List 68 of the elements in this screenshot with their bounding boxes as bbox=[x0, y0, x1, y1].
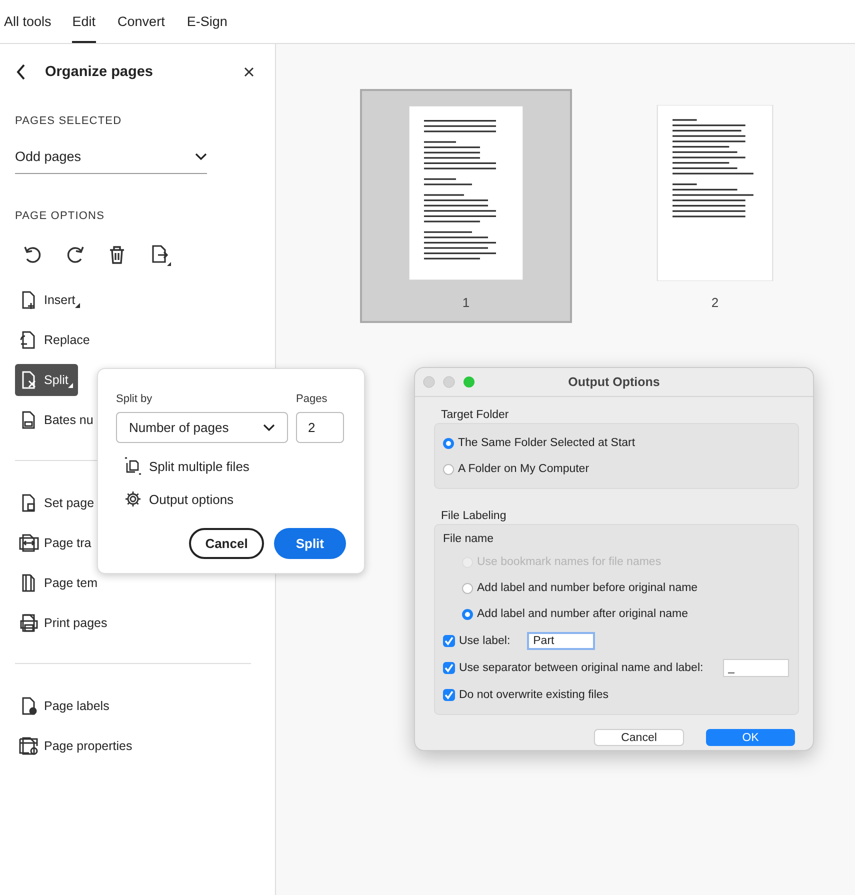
settings-icon bbox=[124, 490, 142, 508]
sidebar-item[interactable]: Replace bbox=[15, 324, 95, 356]
section-label: PAGE OPTIONS bbox=[15, 210, 106, 222]
chevron-down-icon bbox=[263, 424, 275, 432]
option-label: Add label and number before original name bbox=[477, 582, 698, 594]
rotate-right-icon[interactable] bbox=[65, 245, 85, 265]
option-label: The Same Folder Selected at Start bbox=[458, 437, 636, 449]
printer-icon bbox=[19, 613, 39, 633]
sidebar-item[interactable]: Page labels bbox=[15, 690, 114, 722]
group-label: Target Folder bbox=[441, 409, 510, 421]
option-label: A Folder on My Computer bbox=[458, 463, 590, 475]
checkbox[interactable] bbox=[443, 688, 455, 700]
field-label: File name bbox=[443, 533, 494, 545]
pages-dropdown[interactable]: Odd pages bbox=[15, 127, 207, 174]
window-gear-icon bbox=[19, 736, 39, 756]
cancel-button[interactable]: Cancel bbox=[594, 729, 684, 746]
radio-button[interactable] bbox=[443, 464, 454, 474]
sidebar-item[interactable]: Set page bbox=[15, 487, 100, 519]
sidebar-item[interactable]: Bates nu bbox=[15, 404, 98, 436]
page-thumbnail[interactable]: 2 bbox=[645, 89, 785, 323]
sidebar-item[interactable]: Insert bbox=[15, 284, 86, 316]
ok-button[interactable]: OK bbox=[706, 729, 795, 746]
nav-tab[interactable]: E-Sign bbox=[186, 0, 228, 43]
panel-title: Organize pages bbox=[45, 64, 154, 80]
option-label: Add label and number after original name bbox=[477, 608, 688, 620]
text-field[interactable]: _ bbox=[723, 658, 789, 676]
text-field[interactable]: Part bbox=[527, 632, 596, 650]
pages-input[interactable]: 2 bbox=[296, 412, 344, 443]
sidebar-item[interactable]: Page properties bbox=[15, 730, 138, 762]
section-label: PAGES SELECTED bbox=[15, 115, 123, 127]
option-link[interactable]: Split multiple files bbox=[116, 456, 250, 476]
field-label: Split by bbox=[116, 393, 154, 405]
option-link[interactable]: Output options bbox=[116, 489, 234, 509]
back-icon[interactable] bbox=[15, 62, 27, 80]
split-by-dropdown[interactable]: Number of pages bbox=[116, 412, 288, 443]
checkbox[interactable] bbox=[443, 662, 455, 674]
arrows-frame-icon bbox=[19, 533, 39, 553]
window-controls-icon[interactable] bbox=[423, 376, 475, 388]
nav-tab[interactable]: Convert bbox=[118, 0, 165, 43]
sidebar-item[interactable]: Page tra bbox=[15, 527, 96, 559]
caret-icon bbox=[75, 303, 80, 308]
files-icon bbox=[124, 457, 142, 475]
sidebar-item[interactable]: Print pages bbox=[15, 607, 112, 639]
option-label: Do not overwrite existing files bbox=[459, 688, 609, 700]
group-label: File Labeling bbox=[441, 510, 508, 522]
page-export-icon[interactable] bbox=[149, 244, 171, 266]
caret-icon bbox=[68, 383, 74, 388]
page-number: 2 bbox=[711, 295, 719, 310]
trash-icon[interactable] bbox=[107, 245, 127, 265]
radio-button[interactable] bbox=[443, 438, 454, 448]
rotate-left-icon[interactable] bbox=[23, 245, 43, 265]
sidebar-item[interactable]: Page tem bbox=[15, 567, 103, 599]
option-label: Use separator between original name and label: bbox=[459, 662, 704, 674]
sidebar-item[interactable]: Split bbox=[15, 364, 78, 396]
radio-button[interactable] bbox=[462, 608, 473, 620]
chevron-down-icon bbox=[195, 152, 207, 160]
radio-button[interactable] bbox=[462, 582, 473, 594]
nav-tab[interactable]: Edit bbox=[72, 0, 96, 43]
field-label: Pages bbox=[296, 393, 328, 405]
dialog-title: Output Options bbox=[567, 375, 661, 389]
close-icon[interactable] bbox=[244, 66, 254, 76]
split-button[interactable]: Split bbox=[274, 528, 346, 559]
cancel-button[interactable]: Cancel bbox=[189, 528, 264, 559]
option-label: Use label: bbox=[459, 634, 510, 646]
page-number: 1 bbox=[462, 295, 470, 310]
checkbox[interactable] bbox=[443, 634, 455, 646]
page-thumbnail[interactable]: 1 bbox=[360, 89, 572, 323]
nav-tab[interactable]: All tools bbox=[4, 0, 52, 43]
